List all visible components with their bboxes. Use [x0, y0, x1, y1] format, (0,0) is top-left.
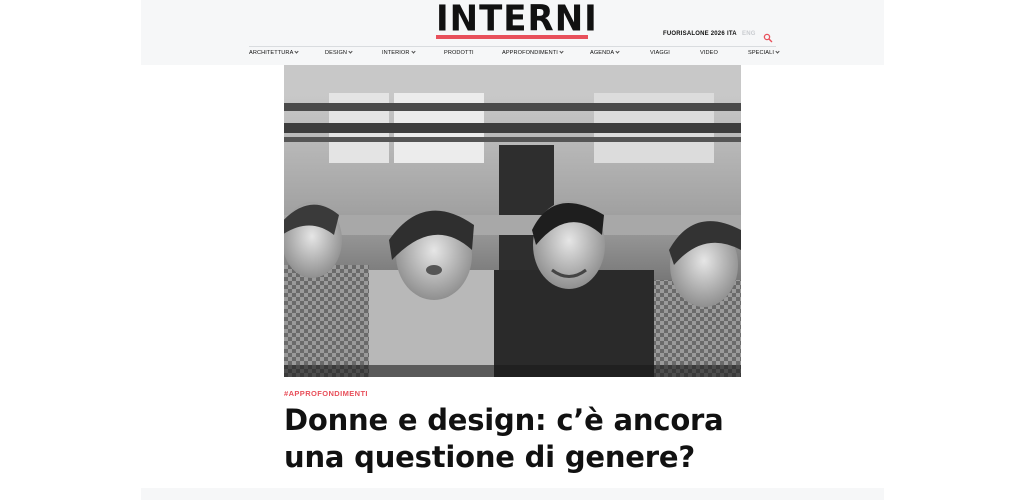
- logo-text: INTERNI: [436, 0, 598, 41]
- main-nav: ARCHITETTURA DESIGN INTERIOR PRODOTTI AP…: [249, 49, 780, 62]
- nav-item-speciali[interactable]: SPECIALI: [748, 49, 780, 56]
- chevron-down-icon: [294, 49, 300, 54]
- nav-item-architettura[interactable]: ARCHITETTURA: [249, 49, 300, 56]
- article-title-line-1: Donne e design: c’è ancora: [284, 403, 724, 437]
- logo-underline: [436, 35, 588, 39]
- chevron-down-icon: [410, 49, 416, 54]
- nav-divider: [249, 46, 776, 47]
- lang-eng-link[interactable]: ENG: [742, 31, 756, 37]
- nav-item-interior[interactable]: INTERIOR: [382, 49, 416, 56]
- chevron-down-icon: [559, 49, 564, 54]
- nav-item-video[interactable]: VIDEO: [700, 50, 718, 56]
- site-logo[interactable]: INTERNI: [436, 0, 598, 41]
- nav-item-design[interactable]: DESIGN: [325, 49, 353, 56]
- article-tag[interactable]: #APPROFONDIMENTI: [284, 389, 368, 398]
- hero-image[interactable]: [284, 65, 741, 377]
- fuorisalone-link[interactable]: FUORISALONE 2026: [663, 31, 725, 37]
- nav-item-approfondimenti[interactable]: APPROFONDIMENTI: [502, 49, 564, 56]
- lang-ita-link[interactable]: ITA: [727, 31, 737, 37]
- chevron-down-icon: [615, 49, 620, 54]
- site-header: INTERNI FUORISALONE 2026 ITA ENG ARCHITE…: [141, 0, 884, 65]
- footer-band: [141, 488, 884, 500]
- chevron-down-icon: [348, 49, 353, 54]
- nav-item-agenda[interactable]: AGENDA: [590, 49, 620, 56]
- search-icon[interactable]: [763, 30, 773, 43]
- chevron-down-icon: [775, 49, 780, 54]
- article-title-line-2: una questione di genere?: [284, 440, 695, 474]
- page: INTERNI FUORISALONE 2026 ITA ENG ARCHITE…: [141, 0, 884, 500]
- nav-item-viaggi[interactable]: VIAGGI: [650, 50, 670, 56]
- article-title: Donne e design: c’è ancora una questione…: [284, 402, 741, 476]
- nav-item-prodotti[interactable]: PRODOTTI: [444, 50, 474, 56]
